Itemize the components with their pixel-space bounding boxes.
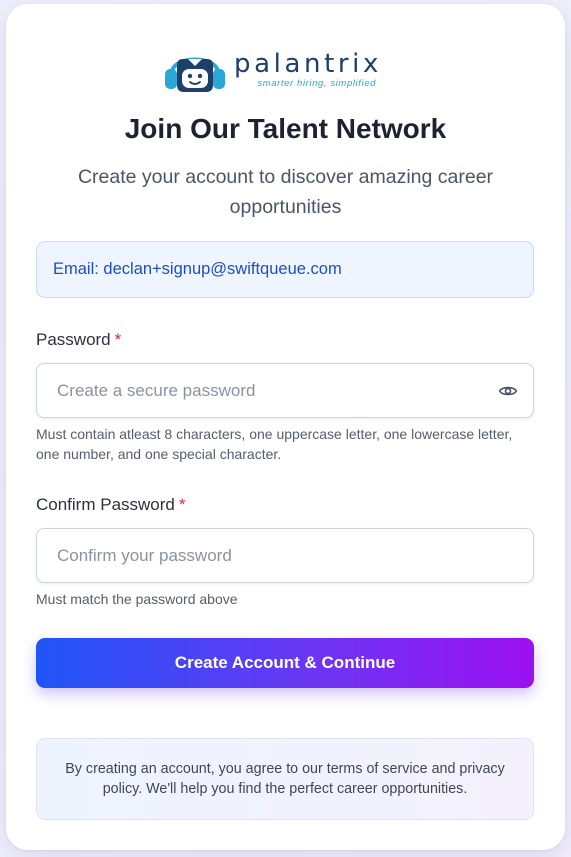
required-asterisk: *: [178, 495, 186, 514]
page-title: Join Our Talent Network: [124, 113, 447, 144]
terms-notice: By creating an account, you agree to our…: [36, 738, 534, 820]
required-asterisk: *: [114, 330, 122, 349]
password-label: Password *: [36, 330, 121, 350]
confirm-password-input[interactable]: [37, 529, 533, 582]
confirm-password-label-text: Confirm Password: [36, 495, 175, 514]
eye-icon[interactable]: [497, 381, 519, 401]
page-subtitle: Create your account to discover amazing …: [77, 166, 494, 218]
confirm-password-label: Confirm Password *: [36, 495, 186, 515]
headset-robot-icon: [165, 57, 225, 92]
confirm-password-hint: Must match the password above: [36, 591, 238, 607]
confirm-password-field-wrap: [36, 528, 534, 583]
password-label-text: Password: [36, 330, 111, 349]
email-display: Email: declan+signup@swiftqueue.com: [36, 241, 534, 298]
create-account-button[interactable]: Create Account & Continue: [36, 638, 534, 688]
password-input[interactable]: [37, 364, 533, 417]
brand-logo: palantrix smarter hiring, simplified: [162, 48, 382, 96]
password-field-wrap: [36, 363, 534, 418]
brand-name: palantrix: [234, 49, 382, 79]
terms-text: By creating an account, you agree to our…: [65, 761, 505, 797]
brand-tagline: smarter hiring, simplified: [257, 78, 376, 89]
password-hint: Must contain atleast 8 characters, one u…: [36, 426, 513, 462]
